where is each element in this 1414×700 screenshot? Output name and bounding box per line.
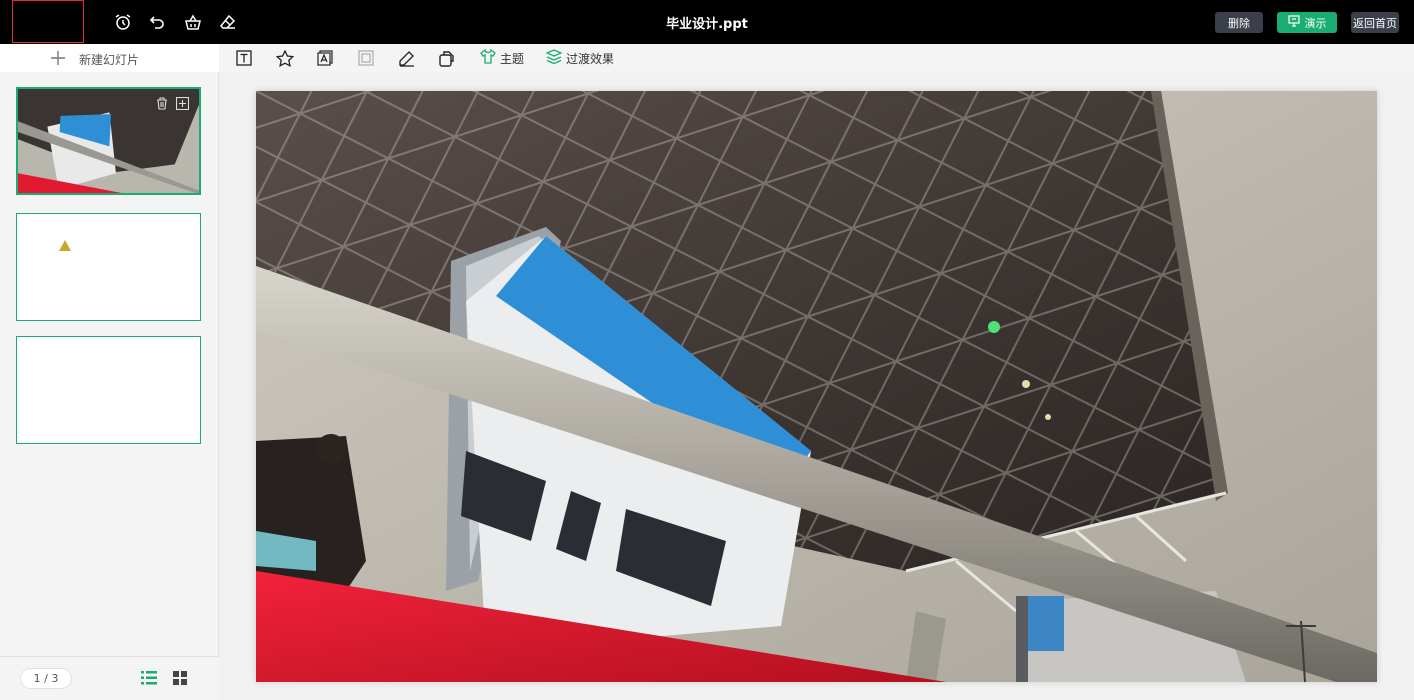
plus-icon	[50, 50, 66, 70]
delete-button[interactable]: 删除	[1215, 12, 1263, 33]
pen-icon[interactable]	[398, 48, 415, 68]
grid-view-icon[interactable]	[173, 670, 187, 689]
list-view-icon[interactable]	[141, 670, 157, 689]
slide-canvas[interactable]	[256, 91, 1377, 682]
alarm-clock-icon[interactable]	[112, 11, 134, 33]
page-indicator: 1 / 3	[20, 668, 72, 689]
star-icon[interactable]	[276, 48, 294, 68]
shirt-icon	[480, 48, 496, 67]
undo-icon[interactable]	[147, 11, 169, 33]
basket-icon[interactable]	[182, 11, 204, 33]
trash-icon[interactable]	[156, 95, 168, 114]
eraser-icon[interactable]	[217, 11, 239, 33]
thumbnail-tools	[156, 95, 190, 114]
home-button-label: 返回首页	[1353, 16, 1397, 30]
top-bar: 毕业设计.ppt 删除 演示 返回首页	[0, 0, 1414, 44]
theme-button[interactable]: 主题	[480, 48, 524, 68]
presentation-icon	[1287, 15, 1300, 30]
slide-thumbnail-2-image	[59, 240, 71, 251]
new-slide-label: 新建幻灯片	[79, 53, 140, 67]
slide-photo	[256, 91, 1377, 682]
triangle-shape-icon	[59, 240, 71, 251]
present-button-label: 演示	[1304, 16, 1327, 30]
text-art-icon[interactable]	[317, 48, 333, 68]
top-toolbar-icons	[112, 11, 239, 33]
duplicate-slide-icon[interactable]	[175, 95, 190, 114]
transition-effect-button[interactable]: 过渡效果	[545, 48, 615, 68]
editor-toolbar: 主题 过渡效果	[219, 44, 1414, 72]
slide-thumbnail-2[interactable]	[16, 213, 201, 321]
sidebar-footer: 1 / 3	[0, 656, 219, 700]
home-button[interactable]: 返回首页	[1351, 12, 1399, 33]
slide-thumbnail-1[interactable]	[16, 87, 201, 195]
logo-placeholder	[12, 0, 84, 43]
new-slide-button[interactable]: 新建幻灯片	[0, 44, 219, 72]
layers-icon	[545, 49, 563, 67]
slide-sidebar: 新建幻灯片 1 / 3	[0, 44, 219, 700]
transition-effect-label: 过渡效果	[566, 51, 615, 66]
image-icon[interactable]	[358, 48, 374, 68]
present-button[interactable]: 演示	[1277, 12, 1337, 33]
theme-label: 主题	[500, 51, 525, 66]
shape-icon[interactable]	[438, 48, 455, 68]
slide-thumbnail-3[interactable]	[16, 336, 201, 444]
text-box-icon[interactable]	[236, 48, 252, 68]
delete-button-label: 删除	[1228, 16, 1250, 30]
